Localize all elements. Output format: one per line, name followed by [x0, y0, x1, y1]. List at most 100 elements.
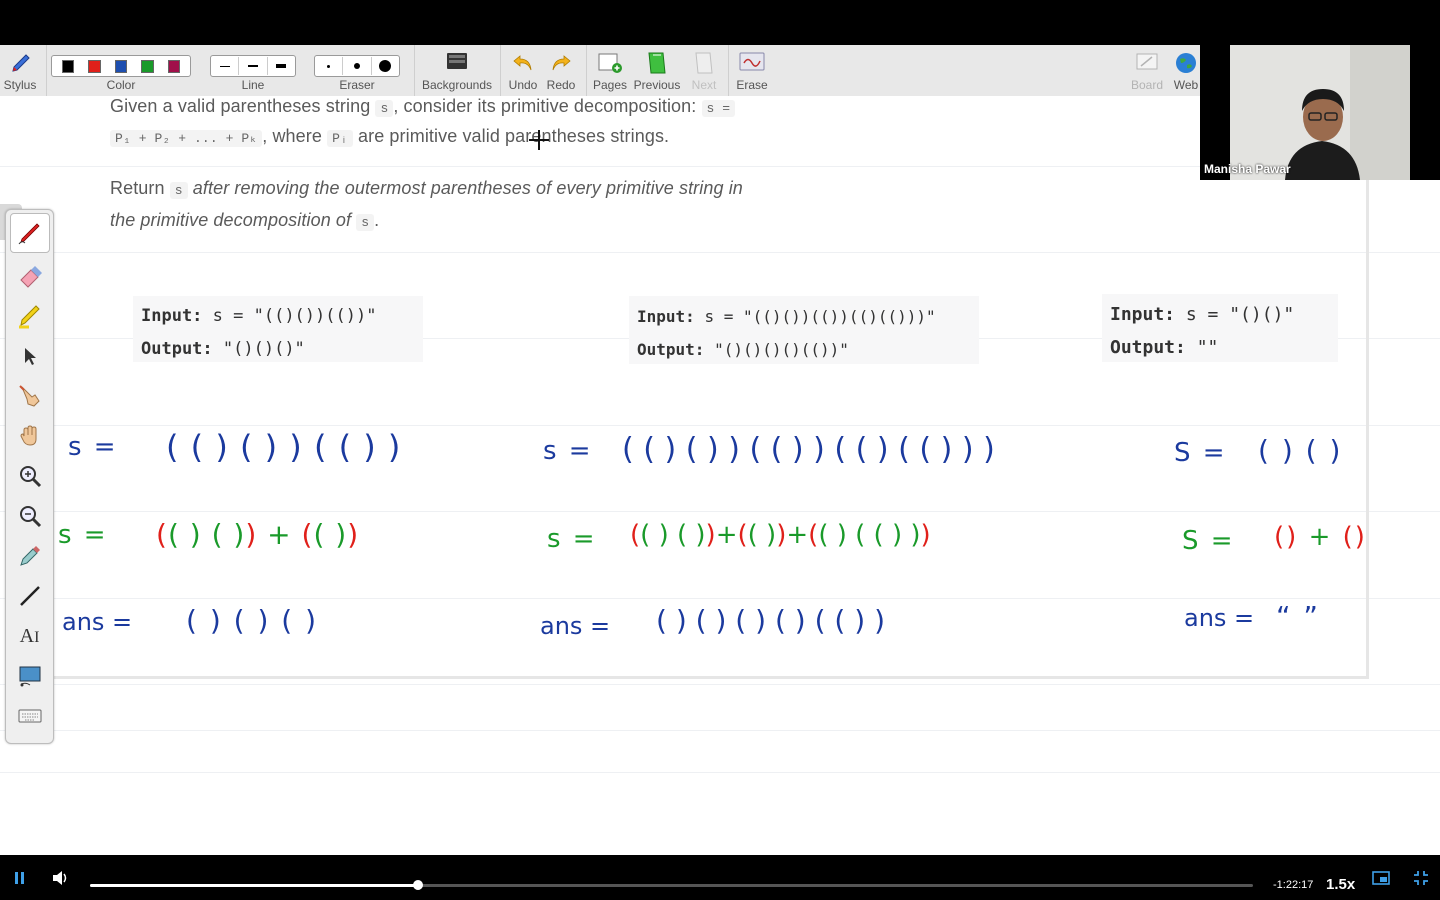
web-button[interactable]: Web [1170, 45, 1200, 96]
example-1: Input: s = "(()())(())" Output: "()()()" [133, 296, 423, 362]
pan-tool[interactable] [6, 416, 53, 456]
outer-paren: ) [705, 520, 716, 550]
pages-button[interactable]: Pages [590, 45, 630, 96]
input-value: s = "(()())(())(()(()))" [704, 307, 936, 326]
eyedropper-icon [19, 546, 40, 566]
color-swatch-maroon[interactable] [167, 59, 181, 73]
line-tool[interactable] [6, 576, 53, 616]
example-2: Input: s = "(()())(())(()(()))" Output: … [629, 296, 979, 364]
color-swatch-green[interactable] [141, 59, 154, 73]
line-thick-option[interactable] [268, 57, 295, 75]
inner-part: ( ) [747, 520, 777, 550]
highlighter-tool[interactable] [6, 296, 53, 336]
outer-paren: ) [347, 518, 360, 551]
input-value: s = "(()())(())" [212, 306, 377, 326]
previous-page-icon [648, 52, 666, 74]
pen-icon [18, 223, 40, 245]
line-label: Line [241, 78, 265, 92]
problem-text: after removing the outermost parentheses… [192, 178, 743, 198]
outer-paren: ) [1286, 522, 1299, 552]
redo-button[interactable]: Redo [543, 45, 579, 96]
ruled-line [0, 684, 1440, 685]
output-label: Output: [637, 340, 705, 359]
problem-text: Given a valid parentheses string [110, 96, 371, 116]
eyedropper-tool[interactable] [6, 536, 53, 576]
erase-label: Erase [736, 78, 768, 92]
undo-button[interactable]: Undo [505, 45, 541, 96]
separator [728, 45, 729, 96]
hw-split-label: s = [547, 524, 597, 554]
hw-s-label: s = [543, 436, 593, 466]
zoom-in-tool[interactable] [6, 456, 53, 496]
line-width-picker [210, 55, 296, 77]
exit-fullscreen-button[interactable] [1410, 868, 1432, 888]
hw-ans-value: ( ) ( ) ( ) [186, 604, 319, 637]
hw-ans-value: ( ) ( ) ( ) ( ) ( ( ) ) [656, 604, 885, 637]
color-swatch-black[interactable] [62, 59, 75, 73]
pages-icon [598, 53, 622, 73]
output-value: "()()()" [222, 339, 305, 359]
problem-text: , consider its primitive decomposition: [393, 96, 697, 116]
ruled-line [0, 772, 1440, 773]
inner-part: ( ) ( ) [167, 518, 246, 551]
code-s: s [356, 214, 375, 231]
color-swatch-red[interactable] [88, 59, 101, 73]
whiteboard-canvas[interactable]: Given a valid parentheses string s , cons… [0, 96, 1440, 855]
text-tool[interactable]: AI [6, 616, 53, 656]
presenter-avatar [1230, 45, 1410, 180]
select-tool[interactable] [6, 336, 53, 376]
problem-line-3: Return s after removing the outermost pa… [110, 178, 743, 199]
pip-button[interactable] [1370, 868, 1392, 888]
stylus-button[interactable]: Stylus [0, 45, 40, 96]
seek-bar-handle[interactable] [412, 880, 423, 890]
line-thin-option[interactable] [211, 57, 240, 75]
color-picker [51, 55, 191, 77]
eraser-medium-option[interactable] [343, 57, 372, 75]
previous-page-button[interactable]: Previous [632, 45, 682, 96]
hw-ans-value: “ ” [1276, 600, 1320, 633]
eraser-small-option[interactable] [315, 57, 344, 75]
code-pi: Pᵢ [327, 130, 353, 147]
pointer-tool[interactable] [6, 376, 53, 416]
stylus-icon [12, 54, 30, 72]
color-label: Color [106, 78, 136, 92]
problem-line-1: Given a valid parentheses string s, cons… [110, 96, 736, 117]
pause-button[interactable] [10, 868, 30, 888]
board-button[interactable]: Board [1126, 45, 1168, 96]
input-label: Input: [637, 307, 695, 326]
outer-paren: ) [776, 520, 787, 550]
seek-bar[interactable] [90, 880, 1253, 890]
highlighter-icon [18, 305, 40, 329]
playback-speed-button[interactable]: 1.5x [1326, 876, 1355, 893]
zoom-out-tool[interactable] [6, 496, 53, 536]
output-value: "" [1196, 337, 1219, 358]
volume-icon [53, 871, 67, 885]
volume-button[interactable] [50, 868, 72, 888]
line-icon [19, 586, 40, 606]
erase-all-button[interactable]: Erase [732, 45, 772, 96]
backgrounds-button[interactable]: Backgrounds [416, 45, 498, 96]
backgrounds-icon [447, 53, 467, 69]
problem-line-4: the primitive decomposition of s. [110, 210, 379, 231]
webcam-overlay: Manisha Pawar [1200, 45, 1440, 180]
presenter-name: Manisha Pawar [1204, 162, 1291, 176]
code-s: s [169, 182, 188, 199]
next-page-button[interactable]: Next [684, 45, 724, 96]
input-label: Input: [141, 306, 203, 326]
output-label: Output: [1110, 337, 1186, 358]
screenshot-icon [19, 666, 40, 687]
board-label: Board [1130, 78, 1164, 92]
eraser-tool[interactable] [6, 256, 53, 296]
separator [46, 45, 47, 96]
outer-paren: ( [1342, 522, 1355, 552]
screenshot-tool[interactable] [6, 656, 53, 696]
crosshair-cursor-icon [529, 130, 549, 150]
outer-paren: ( [1274, 522, 1287, 552]
keyboard-tool[interactable] [6, 696, 53, 736]
eraser-label: Eraser [339, 78, 375, 92]
pen-tool[interactable] [9, 213, 50, 253]
line-medium-option[interactable] [239, 57, 268, 75]
problem-text: are primitive valid parentheses strings. [358, 126, 670, 146]
eraser-large-option[interactable] [372, 57, 399, 75]
color-swatch-blue[interactable] [114, 59, 128, 73]
